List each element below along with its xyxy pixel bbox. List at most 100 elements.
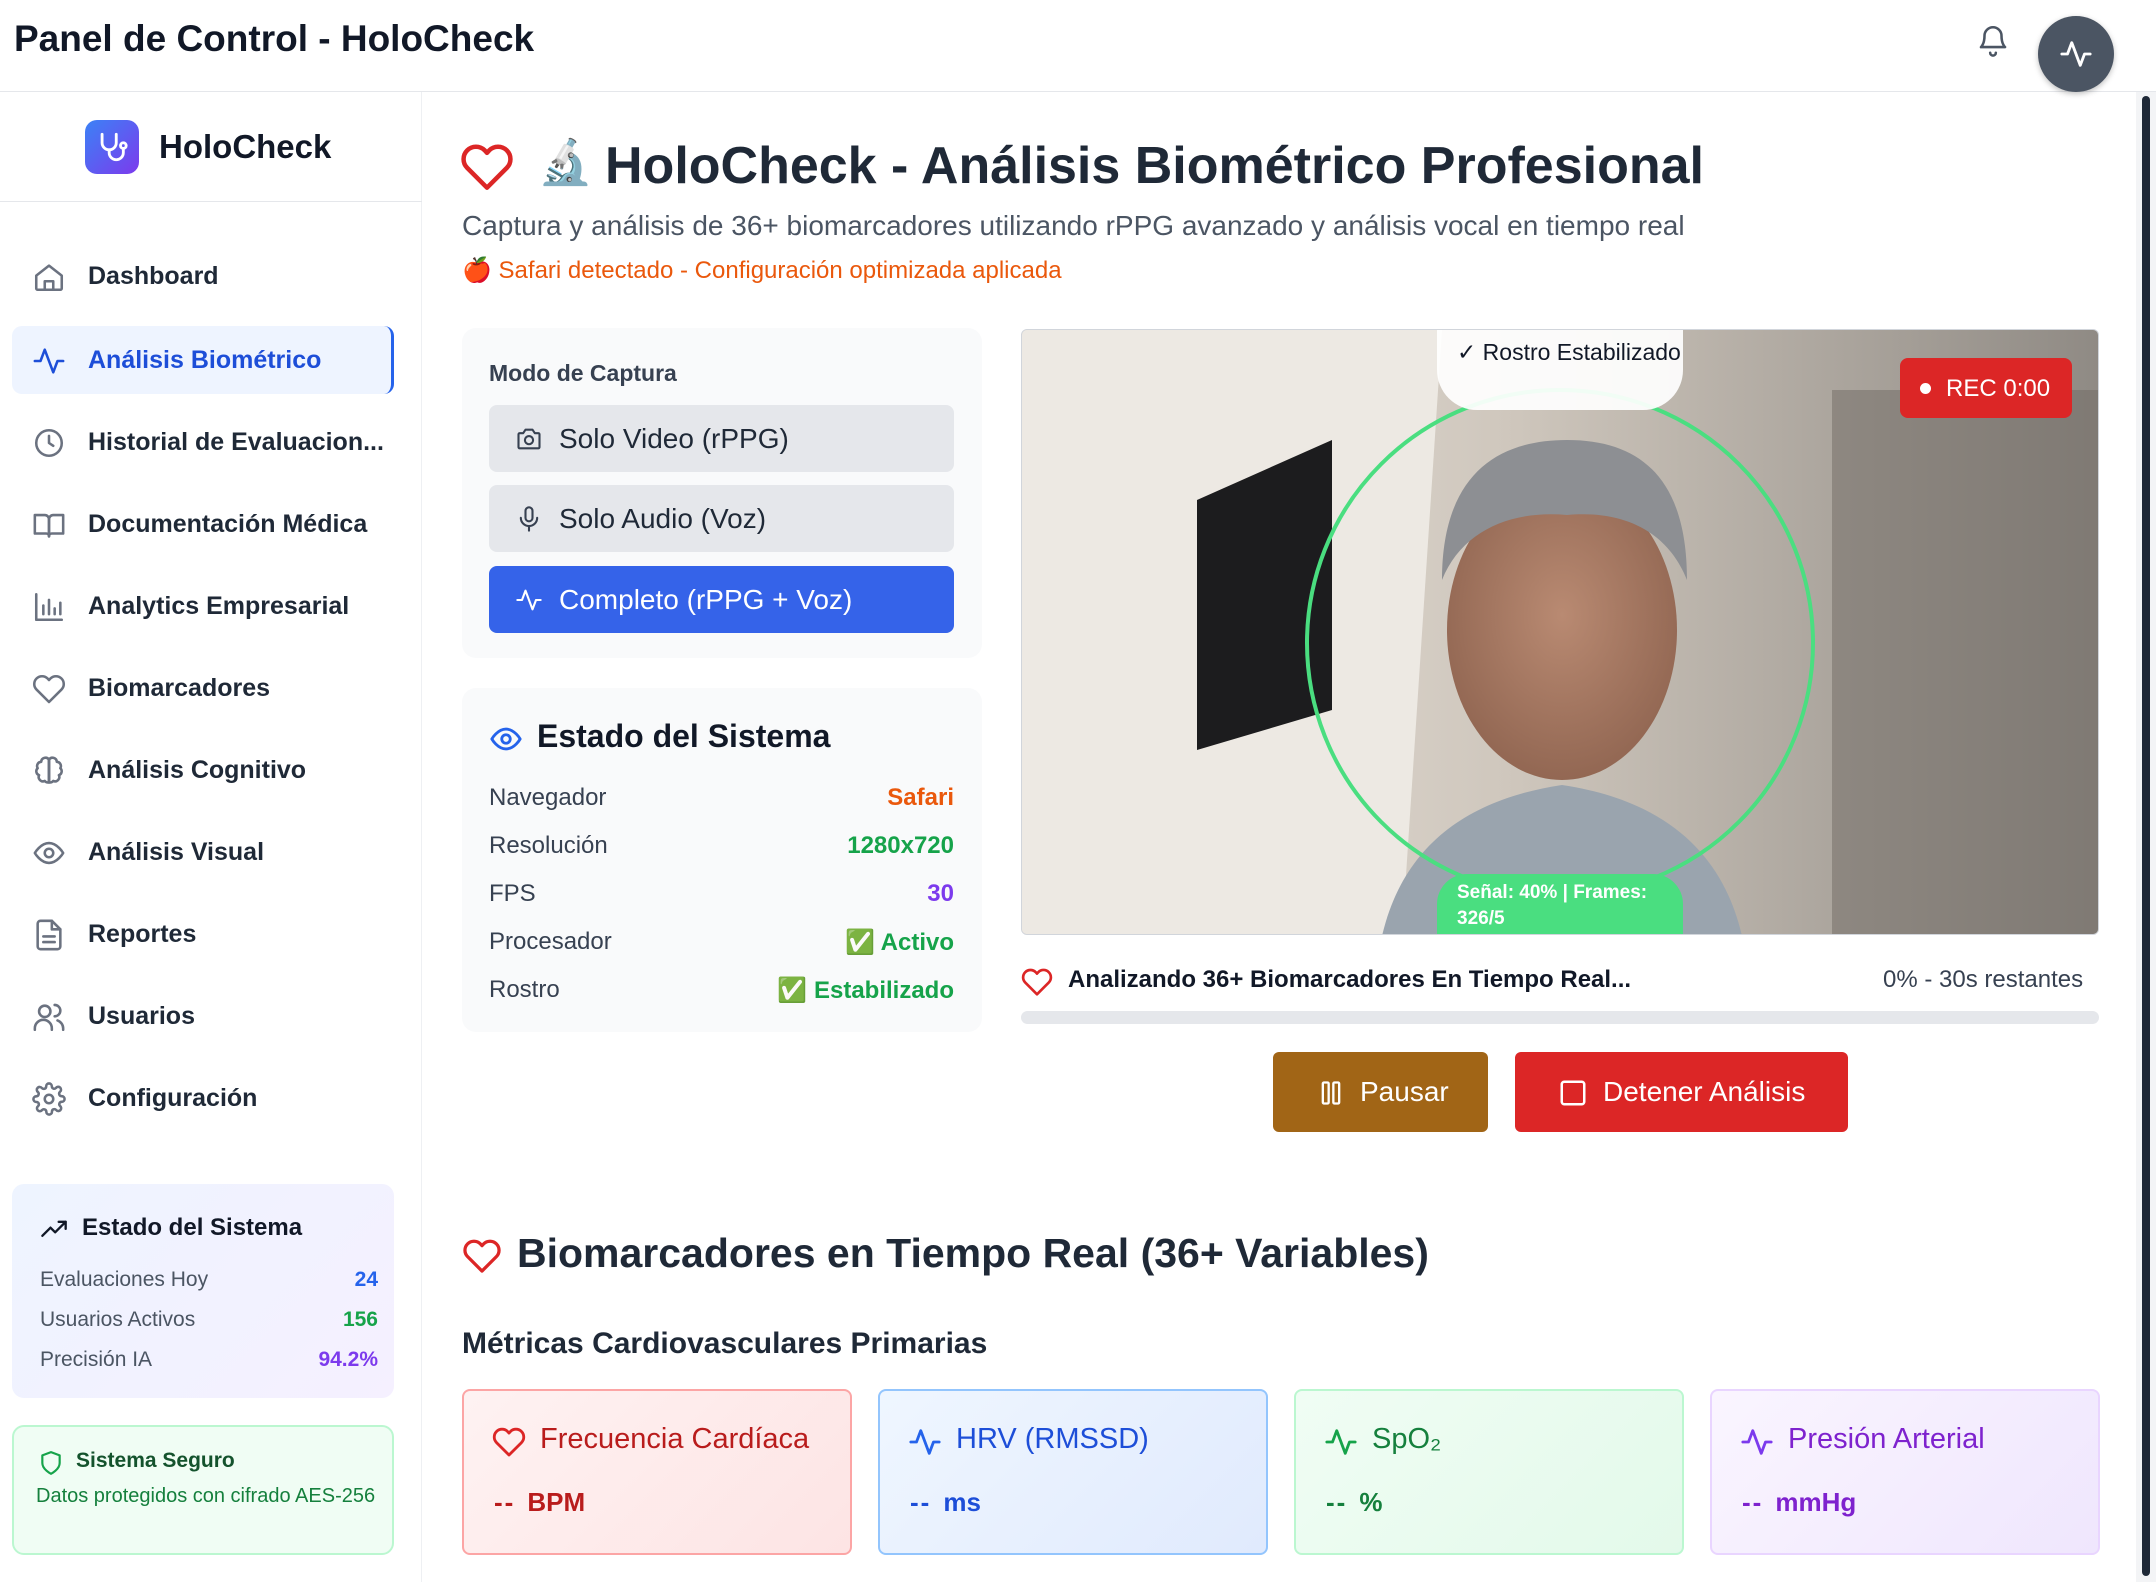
row-value: 1280x720 — [847, 832, 954, 859]
progress-bar — [1021, 1011, 2099, 1024]
row-value: 30 — [927, 880, 954, 907]
stop-label: Detener Análisis — [1603, 1076, 1806, 1107]
row-label: FPS — [489, 880, 536, 907]
row-value: 94.2% — [318, 1348, 378, 1371]
sidebar-item-configuracion[interactable]: Configuración — [12, 1064, 394, 1132]
mode-video-button[interactable]: Solo Video (rPPG) — [489, 405, 954, 472]
face-tracking-ring — [1305, 388, 1815, 898]
pause-label: Pausar — [1360, 1076, 1449, 1107]
status-row: Procesador ✅ Activo — [489, 928, 954, 956]
metric-value-number: -- — [494, 1487, 516, 1517]
row-value: 24 — [354, 1268, 378, 1291]
metric-card-spo2[interactable]: SpO₂ --% — [1294, 1389, 1684, 1555]
sidebar-system-status: Estado del Sistema Evaluaciones Hoy 24 U… — [12, 1184, 394, 1398]
shield-icon — [41, 1451, 61, 1475]
security-text: Datos protegidos con cifrado AES-256 — [36, 1485, 376, 1507]
trending-up-icon — [41, 1220, 67, 1237]
system-status-row: Usuarios Activos 156 — [40, 1308, 378, 1332]
system-status-row: Evaluaciones Hoy 24 — [40, 1268, 378, 1292]
eye-icon — [33, 841, 65, 865]
mic-icon — [519, 506, 539, 532]
activity-icon — [2060, 41, 2092, 67]
sidebar-item-analisis-cognitivo[interactable]: Análisis Cognitivo — [12, 736, 394, 804]
security-notice: Sistema Seguro Datos protegidos con cifr… — [12, 1425, 394, 1555]
metric-name: SpO₂ — [1372, 1423, 1442, 1455]
sidebar-item-historial[interactable]: Historial de Evaluacion... — [12, 408, 394, 476]
record-dot-icon — [1920, 383, 1931, 394]
row-label: Usuarios Activos — [40, 1308, 196, 1331]
pause-button[interactable]: Pausar — [1273, 1052, 1488, 1132]
recording-time: REC 0:00 — [1946, 375, 2051, 402]
metric-unit: BPM — [527, 1487, 586, 1517]
metric-value-number: -- — [1742, 1487, 1764, 1517]
mode-label: Completo (rPPG + Voz) — [559, 584, 853, 615]
biomarkers-title-text: Biomarcadores en Tiempo Real (36+ Variab… — [517, 1230, 1429, 1276]
avatar[interactable] — [2038, 16, 2114, 92]
brand[interactable]: HoloCheck — [0, 92, 422, 202]
metric-value-number: -- — [910, 1487, 932, 1517]
row-label: Precisión IA — [40, 1348, 153, 1371]
progress-status: 0% - 30s restantes — [1883, 966, 2084, 993]
mode-audio-button[interactable]: Solo Audio (Voz) — [489, 485, 954, 552]
row-value: ✅ Estabilizado — [777, 977, 954, 1004]
sidebar-item-label: Análisis Cognitivo — [88, 756, 307, 784]
sidebar-item-analisis-biometrico[interactable]: Análisis Biométrico — [12, 326, 394, 394]
page-subtitle: Captura y análisis de 36+ biomarcadores … — [462, 210, 1685, 241]
metric-card-heart-rate[interactable]: Frecuencia Cardíaca -- BPM — [462, 1389, 852, 1555]
users-icon — [33, 1003, 65, 1032]
status-row: Rostro ✅ Estabilizado — [489, 976, 954, 1004]
stop-analysis-button[interactable]: Detener Análisis — [1515, 1052, 1848, 1132]
row-value: 156 — [342, 1308, 378, 1331]
browser-notice: 🍎 Safari detectado - Configuración optim… — [462, 257, 1062, 284]
metric-unit: mmHg — [1775, 1487, 1857, 1517]
metric-value-number: -- — [1326, 1487, 1348, 1517]
bell-icon[interactable] — [1976, 20, 2010, 60]
sidebar-item-label: Configuración — [88, 1084, 258, 1112]
status-row: FPS 30 — [489, 880, 954, 908]
activity-icon — [1325, 1429, 1357, 1455]
sidebar-item-label: Reportes — [88, 920, 197, 948]
camera-icon — [517, 428, 541, 450]
brain-icon — [35, 756, 63, 784]
heart-icon — [463, 1239, 501, 1273]
sidebar-item-usuarios[interactable]: Usuarios — [12, 982, 394, 1050]
status-row: Resolución 1280x720 — [489, 832, 954, 860]
microscope-icon: 🔬 — [538, 138, 593, 187]
sidebar-item-dashboard[interactable]: Dashboard — [12, 242, 394, 310]
metric-card-blood-pressure[interactable]: Presión Arterial -- mmHg — [1710, 1389, 2100, 1555]
sidebar-item-documentacion[interactable]: Documentación Médica — [12, 490, 394, 558]
row-value: ✅ Activo — [844, 929, 954, 956]
signal-status-badge: Señal: 40% | Frames: 326/5 — [1437, 874, 1683, 934]
metric-value: -- ms — [910, 1487, 981, 1518]
capture-mode-label: Modo de Captura — [489, 360, 677, 386]
metric-name: Frecuencia Cardíaca — [540, 1423, 810, 1455]
heart-icon — [1021, 968, 1053, 996]
brand-name: HoloCheck — [159, 128, 332, 165]
camera-feed[interactable]: ✓ Rostro Estabilizado REC 0:00 Señal: 40… — [1021, 329, 2099, 935]
row-value: Safari — [887, 784, 954, 811]
security-title: Sistema Seguro — [76, 1449, 235, 1472]
page-scrollbar[interactable] — [2136, 92, 2156, 1582]
sidebar-item-label: Dashboard — [88, 262, 219, 290]
scrollbar-thumb[interactable] — [2142, 96, 2150, 1576]
mode-complete-button[interactable]: Completo (rPPG + Voz) — [489, 566, 954, 633]
system-status-row: Precisión IA 94.2% — [40, 1348, 378, 1372]
row-label: Rostro — [489, 976, 560, 1003]
stop-icon — [1560, 1080, 1586, 1106]
sidebar-item-analisis-visual[interactable]: Análisis Visual — [12, 818, 394, 886]
page-title-text: HoloCheck - Análisis Biométrico Profesio… — [605, 137, 1704, 195]
book-icon — [33, 513, 65, 538]
sidebar-item-reportes[interactable]: Reportes — [12, 900, 394, 968]
system-status-card: Estado del Sistema Navegador Safari Reso… — [462, 688, 982, 1032]
eye-icon — [490, 727, 522, 751]
metric-card-hrv[interactable]: HRV (RMSSD) -- ms — [878, 1389, 1268, 1555]
sidebar-item-label: Analytics Empresarial — [88, 592, 350, 620]
sidebar-item-analytics[interactable]: Analytics Empresarial — [12, 572, 394, 640]
mode-label: Solo Video (rPPG) — [559, 423, 789, 454]
metric-name: HRV (RMSSD) — [956, 1423, 1149, 1455]
app-title: Panel de Control - HoloCheck — [14, 18, 535, 59]
metric-name: Presión Arterial — [1788, 1423, 1985, 1455]
sidebar-item-biomarcadores[interactable]: Biomarcadores — [12, 654, 394, 722]
sidebar-item-label: Historial de Evaluacion... — [88, 428, 384, 456]
pause-icon — [1321, 1081, 1341, 1105]
